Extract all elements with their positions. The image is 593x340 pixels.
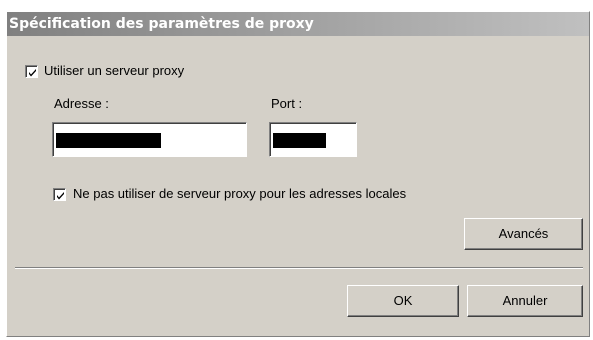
separator [15,267,583,269]
port-redaction [273,133,326,148]
bypass-local-checkbox[interactable] [53,188,66,201]
address-input[interactable] [52,122,247,157]
dialog-title: Spécification des paramètres de proxy [7,12,589,36]
address-label: Adresse : [54,96,109,111]
checkmark-icon [57,192,64,200]
ok-button[interactable]: OK [347,285,459,317]
checkmark-icon [29,69,36,77]
use-proxy-checkbox[interactable] [25,65,38,78]
port-label: Port : [271,96,303,111]
address-redaction [56,133,161,148]
port-input[interactable] [269,122,357,157]
use-proxy-label: Utiliser un serveur proxy [44,63,185,78]
bypass-local-label: Ne pas utiliser de serveur proxy pour le… [73,186,407,201]
proxy-settings-dialog: Spécification des paramètres de proxy Ut… [6,11,590,337]
cancel-button[interactable]: Annuler [467,285,583,317]
advanced-button[interactable]: Avancés [464,218,583,250]
